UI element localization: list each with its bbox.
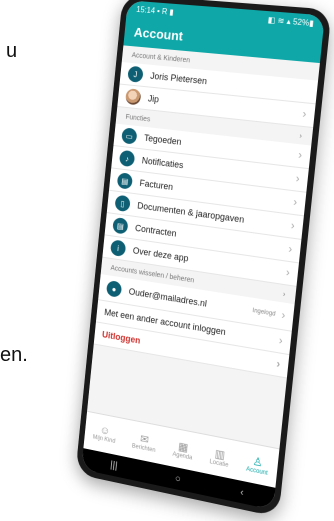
- status-time: 15:14: [136, 4, 156, 14]
- document-icon: ▯: [114, 195, 130, 213]
- chevron-right-icon: ›: [281, 310, 286, 323]
- recent-apps-icon[interactable]: |||: [110, 459, 118, 471]
- wallet-icon: ▭: [121, 127, 137, 144]
- status-left: 15:14 ▪ R ▮: [136, 4, 174, 16]
- nav-tab-locatie[interactable]: ▥ Locatie: [209, 446, 230, 469]
- phone-screen: 15:14 ▪ R ▮ ◧ ≋ ▴ 52%▮ Account Account &…: [81, 0, 325, 510]
- chevron-right-icon: ›: [278, 335, 283, 348]
- chevron-right-icon: ›: [298, 149, 303, 162]
- status-badge: Ingelogd: [252, 308, 276, 318]
- nav-tab-agenda[interactable]: ▦ Agenda: [172, 438, 194, 461]
- page-title: Account: [133, 24, 183, 43]
- chevron-right-icon: ›: [295, 173, 300, 186]
- nav-tab-berichten[interactable]: ✉ Berichten: [132, 430, 158, 453]
- background-text-fragment: en.: [0, 344, 28, 367]
- account-name: Joris Pietersen: [150, 71, 208, 86]
- phone-frame: 15:14 ▪ R ▮ ◧ ≋ ▴ 52%▮ Account Account &…: [75, 0, 331, 517]
- chevron-right-icon: ›: [285, 267, 290, 280]
- status-left-icons: ▪ R ▮: [157, 6, 174, 16]
- info-icon: i: [110, 239, 126, 257]
- user-icon: ●: [106, 280, 122, 298]
- child-avatar: [125, 88, 141, 105]
- chevron-right-icon: ›: [290, 220, 295, 233]
- invoice-icon: ▤: [117, 172, 133, 190]
- contract-icon: ▤: [112, 217, 128, 235]
- chevron-right-icon: ›: [288, 243, 293, 256]
- chevron-right-icon: ›: [299, 133, 302, 140]
- avatar: J: [127, 66, 143, 83]
- child-name: Jip: [148, 93, 160, 104]
- account-email: Ouder@mailadres.nl: [128, 286, 207, 308]
- chevron-right-icon: ›: [276, 358, 281, 371]
- nav-tab-mijn-kind[interactable]: ☺ Mijn Kind: [93, 423, 117, 445]
- home-icon[interactable]: ○: [174, 473, 181, 485]
- background-text-fragment: u: [6, 40, 17, 63]
- chevron-right-icon: ›: [283, 291, 286, 298]
- bell-icon: ♪: [119, 150, 135, 167]
- status-right-icons: ◧ ≋ ▴ 52%▮: [267, 15, 314, 28]
- chevron-right-icon: ›: [302, 108, 307, 121]
- phone-mockup: 15:14 ▪ R ▮ ◧ ≋ ▴ 52%▮ Account Account &…: [75, 0, 331, 517]
- nav-tab-account[interactable]: ♙ Account: [246, 453, 270, 476]
- back-icon[interactable]: ‹: [240, 486, 244, 498]
- chevron-right-icon: ›: [293, 196, 298, 209]
